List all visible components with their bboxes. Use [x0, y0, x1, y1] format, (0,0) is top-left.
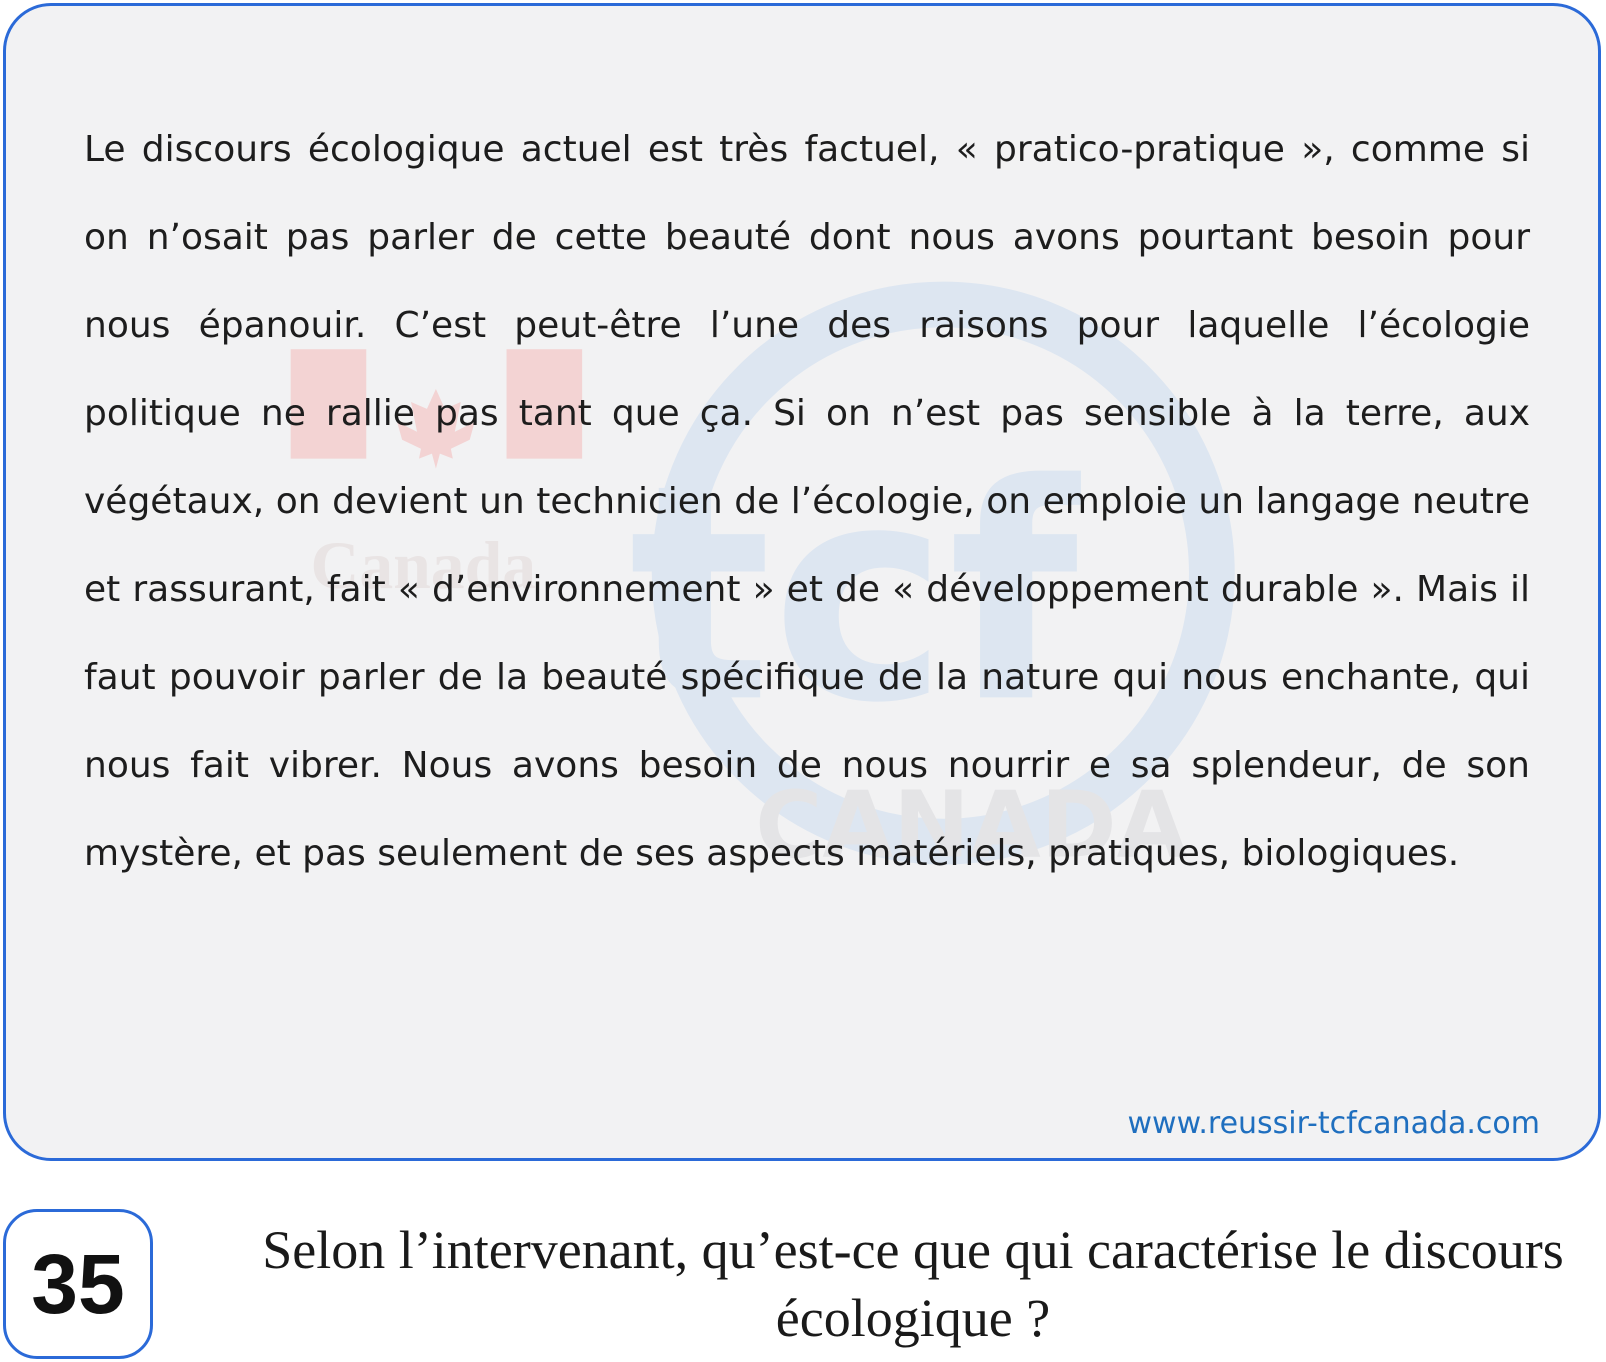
- source-url[interactable]: www.reussir-tcfcanada.com: [1128, 1104, 1541, 1144]
- passage-card: Canada tcf CANADA Le discours écologique…: [3, 3, 1601, 1161]
- question-number: 35: [31, 1237, 125, 1331]
- question-number-box: 35: [3, 1209, 153, 1359]
- passage-text: Le discours écologique actuel est très f…: [84, 129, 1530, 874]
- question-text: Selon l’intervenant, qu’est-ce que qui c…: [262, 1220, 1564, 1348]
